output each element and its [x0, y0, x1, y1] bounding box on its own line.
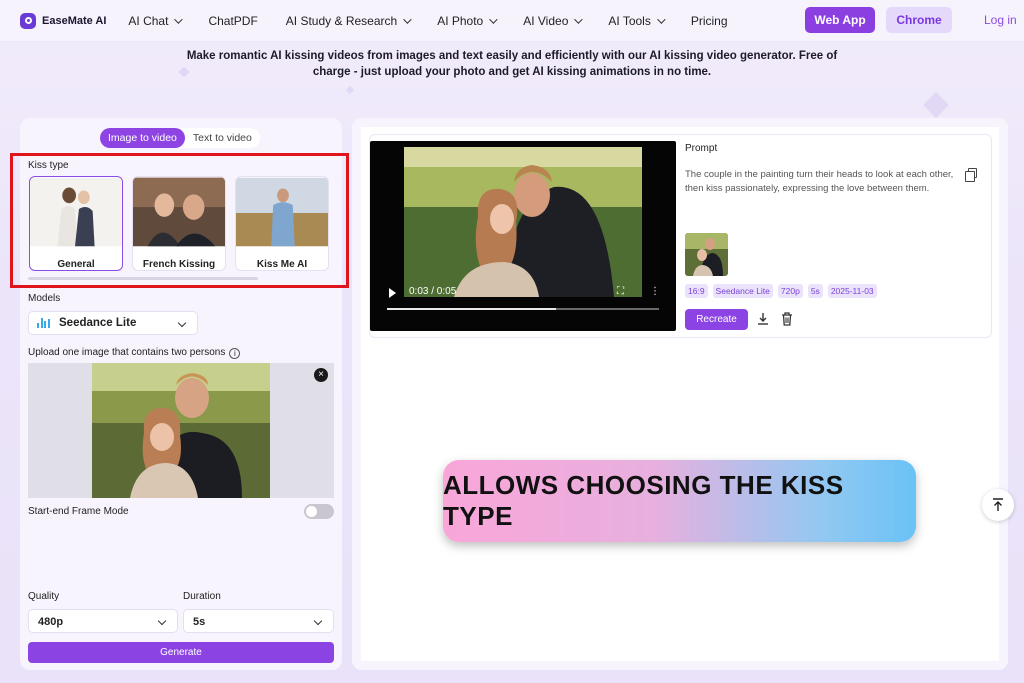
kiss-type-name: General [57, 259, 95, 270]
tag-resolution: 720p [777, 284, 803, 298]
nav-ai-video[interactable]: AI Video [523, 14, 584, 28]
kiss-type-label: Kiss type [28, 160, 69, 171]
nav-chatpdf[interactable]: ChatPDF [208, 14, 257, 28]
model-name: Seedance Lite [59, 317, 137, 329]
prompt-label: Prompt [685, 143, 718, 154]
prompt-text: The couple in the painting turn their he… [685, 169, 954, 194]
seedance-icon [37, 318, 51, 328]
duration-select[interactable]: 5s [183, 609, 334, 633]
chevron-down-icon [177, 318, 187, 328]
video-player[interactable]: 0:03 / 0:05 ⛶ ⋮ [370, 141, 676, 331]
kiss-type-general[interactable]: General [29, 176, 123, 271]
generate-button[interactable]: Generate [28, 642, 334, 663]
remove-image-button[interactable]: × [314, 368, 328, 382]
copy-icon[interactable] [965, 168, 977, 182]
scroll-to-top-button[interactable] [982, 489, 1014, 521]
feature-banner: ALLOWS CHOOSING THE KISS TYPE [443, 460, 916, 542]
kiss-type-kiss-me-ai[interactable]: Kiss Me AI [235, 176, 329, 271]
decorative-sparkle [923, 92, 949, 118]
video-frame [404, 147, 642, 297]
recreate-button[interactable]: Recreate [685, 309, 748, 330]
video-time: 0:03 / 0:05 [409, 286, 457, 297]
source-image-thumbnail[interactable] [685, 233, 728, 276]
chrome-button[interactable]: Chrome [886, 7, 952, 33]
web-app-button[interactable]: Web App [805, 7, 875, 33]
tab-text-to-video[interactable]: Text to video [185, 128, 260, 148]
main-nav: AI Chat ChatPDF AI Study & Research AI P… [128, 14, 755, 28]
chevron-down-icon [174, 14, 184, 24]
upload-label: Upload one image that contains two perso… [28, 347, 241, 359]
kiss-type-scrollbar[interactable] [28, 277, 258, 280]
tag-aspect-ratio: 16:9 [685, 284, 708, 298]
banner-text: ALLOWS CHOOSING THE KISS TYPE [443, 470, 844, 531]
download-icon[interactable] [757, 312, 769, 326]
nav-ai-chat[interactable]: AI Chat [128, 14, 184, 28]
mode-tabs: Image to video Text to video [100, 128, 260, 148]
chevron-down-icon [157, 616, 167, 626]
kiss-type-name: French Kissing [142, 259, 216, 270]
models-label: Models [28, 293, 61, 304]
intro-text: Make romantic AI kissing videos from ima… [186, 50, 838, 78]
tag-model: Seedance Lite [712, 284, 773, 298]
brand-name: EaseMate AI [42, 14, 107, 27]
chevron-down-icon [403, 14, 412, 24]
model-select[interactable]: Seedance Lite [28, 311, 198, 335]
kiss-me-ai-thumbnail [236, 177, 328, 247]
chevron-down-icon [489, 14, 498, 24]
tag-duration: 5s [807, 284, 823, 298]
nav-pricing[interactable]: Pricing [691, 14, 728, 28]
general-thumbnail [30, 177, 122, 247]
duration-label: Duration [183, 591, 221, 602]
nav-ai-photo[interactable]: AI Photo [437, 14, 498, 28]
logo-icon [20, 12, 36, 29]
upload-area[interactable]: × [28, 363, 334, 498]
kiss-type-name: Kiss Me AI [256, 259, 308, 270]
quality-label: Quality [28, 591, 60, 602]
fullscreen-icon[interactable]: ⛶ [617, 286, 624, 297]
tag-date: 2025-11-03 [827, 284, 877, 298]
frame-mode-toggle[interactable] [304, 504, 334, 519]
arrow-up-icon [993, 498, 1003, 511]
top-navbar: EaseMate AI AI Chat ChatPDF AI Study & R… [0, 0, 1024, 42]
frame-mode-label: Start-end Frame Mode [28, 506, 129, 517]
login-link[interactable]: Log in [984, 13, 1017, 27]
french-kissing-thumbnail [133, 177, 225, 247]
kiss-type-french-kissing[interactable]: French Kissing [132, 176, 226, 271]
decorative-sparkle [345, 85, 355, 95]
quality-select[interactable]: 480p [28, 609, 178, 633]
result-tags: 16:9 Seedance Lite 720p 5s 2025-11-03 [685, 284, 882, 298]
uploaded-photo [92, 363, 270, 498]
info-icon[interactable]: i [229, 348, 241, 359]
nav-ai-study[interactable]: AI Study & Research [286, 14, 412, 28]
chevron-down-icon [313, 616, 323, 626]
video-progress-bar[interactable] [387, 308, 659, 310]
chevron-down-icon [574, 14, 584, 24]
tab-image-to-video[interactable]: Image to video [100, 128, 185, 148]
play-icon[interactable] [389, 288, 396, 298]
chevron-down-icon [657, 14, 666, 24]
logo[interactable]: EaseMate AI [20, 12, 107, 29]
delete-icon[interactable] [781, 312, 793, 326]
nav-ai-tools[interactable]: AI Tools [608, 14, 666, 28]
more-options-icon[interactable]: ⋮ [650, 286, 660, 297]
